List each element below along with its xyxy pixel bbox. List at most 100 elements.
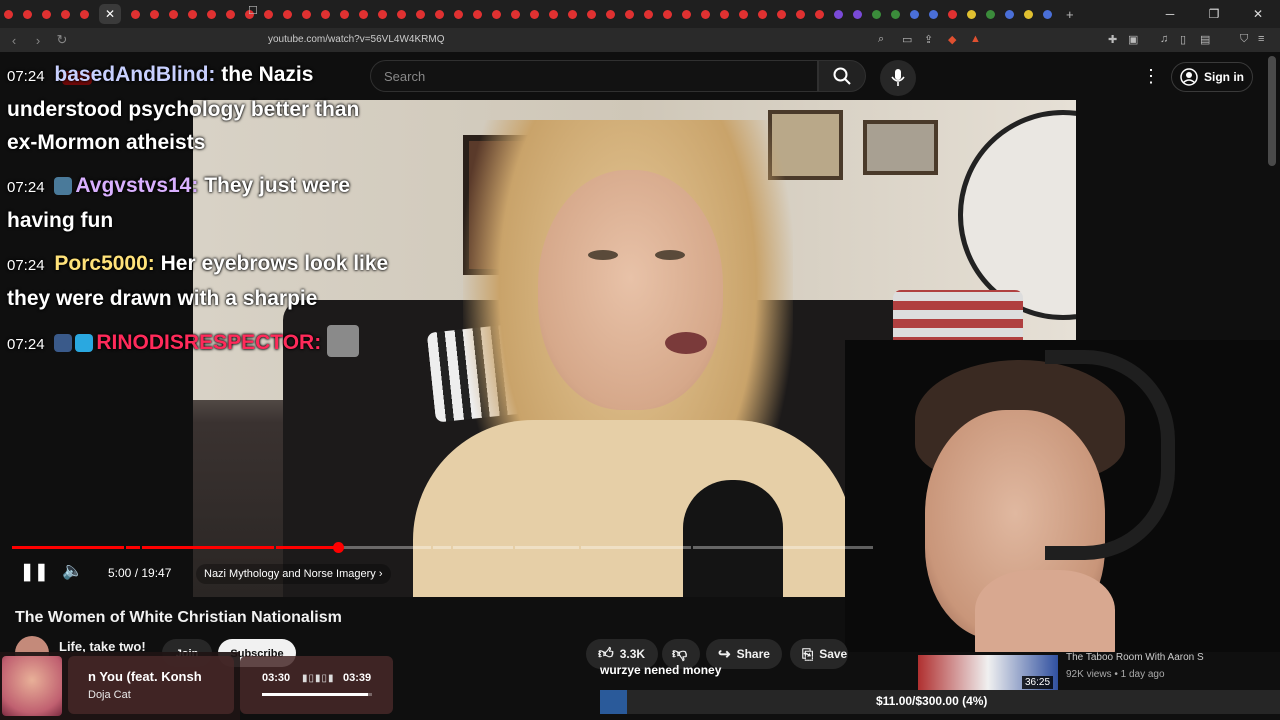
sidebar-icon[interactable]: ▯ <box>1180 33 1186 46</box>
progress-segment[interactable] <box>433 546 451 549</box>
tab-youtube[interactable] <box>42 9 51 19</box>
tab-other[interactable] <box>1024 9 1033 19</box>
tab-other[interactable] <box>891 9 900 19</box>
recommended-duration: 36:25 <box>1022 676 1054 689</box>
extensions-icon[interactable]: ✚ <box>1108 33 1117 46</box>
progress-bar[interactable] <box>12 546 878 549</box>
progress-segment[interactable] <box>515 546 579 549</box>
progress-segment[interactable] <box>12 546 124 549</box>
tab-youtube[interactable] <box>701 9 710 19</box>
volume-icon[interactable]: 🔈 <box>62 561 83 581</box>
tab-youtube[interactable] <box>264 9 273 19</box>
tab-youtube[interactable] <box>454 9 463 19</box>
tab-youtube[interactable] <box>150 9 159 19</box>
tab-youtube[interactable] <box>511 9 520 19</box>
tab-youtube[interactable] <box>80 9 89 19</box>
progress-segment[interactable] <box>453 546 513 549</box>
minimize-button[interactable]: ─ <box>1148 0 1192 28</box>
progress-scrubber[interactable] <box>333 542 344 553</box>
tab-youtube[interactable] <box>796 9 805 19</box>
menu-icon[interactable]: ≡ <box>1258 33 1264 45</box>
progress-segment[interactable] <box>343 546 431 549</box>
tab-youtube[interactable] <box>397 9 406 19</box>
tab-other[interactable] <box>929 9 938 19</box>
tab-youtube[interactable] <box>359 9 368 19</box>
tab-youtube[interactable] <box>435 9 444 19</box>
zoom-icon[interactable]: ⌕ <box>878 33 884 46</box>
progress-segment[interactable] <box>693 546 873 549</box>
progress-segment[interactable] <box>276 546 341 549</box>
tab-other[interactable] <box>910 9 919 19</box>
tab-youtube[interactable] <box>131 9 140 19</box>
progress-segment[interactable] <box>126 546 140 549</box>
tab-other[interactable] <box>986 9 995 19</box>
tab-youtube[interactable] <box>625 9 634 19</box>
restore-button[interactable]: ❐ <box>1192 0 1236 28</box>
tab-youtube[interactable] <box>416 9 425 19</box>
tab-youtube[interactable] <box>682 9 691 19</box>
new-tab-icon[interactable]: + <box>1066 7 1074 22</box>
tab-youtube[interactable] <box>663 9 672 19</box>
search-button[interactable] <box>818 60 866 92</box>
tab-youtube[interactable] <box>815 9 824 19</box>
tab-youtube[interactable] <box>644 9 653 19</box>
tab-youtube[interactable] <box>549 9 558 19</box>
page-scrollbar[interactable] <box>1268 56 1276 166</box>
recommended-title[interactable]: The Taboo Room With Aaron S <box>1066 652 1204 663</box>
tab-youtube[interactable] <box>758 9 767 19</box>
rewards-icon[interactable]: ▲ <box>970 33 981 45</box>
tab-other[interactable] <box>834 9 843 19</box>
tab-youtube[interactable] <box>568 9 577 19</box>
chapter-button[interactable]: Nazi Mythology and Norse Imagery › <box>196 564 391 584</box>
screenshot-icon[interactable]: ▣ <box>1128 33 1138 46</box>
media-icon[interactable]: ♫ <box>1160 33 1168 45</box>
brave-shield-icon[interactable]: ◆ <box>948 33 956 46</box>
forward-arrow-icon[interactable]: › <box>28 33 48 48</box>
more-options-icon[interactable]: ⋮ <box>1142 66 1160 87</box>
progress-segment[interactable] <box>581 546 691 549</box>
tab-youtube[interactable] <box>340 9 349 19</box>
bookmark-icon[interactable]: ☐ <box>248 4 258 17</box>
tab-youtube[interactable] <box>302 9 311 19</box>
vpn-icon[interactable]: ⛉ <box>1240 33 1248 46</box>
wallet-icon[interactable]: ▤ <box>1200 33 1210 46</box>
voice-search-button[interactable] <box>880 60 916 96</box>
tab-other[interactable] <box>1005 9 1014 19</box>
tab-youtube[interactable] <box>378 9 387 19</box>
tab-youtube[interactable] <box>739 9 748 19</box>
sign-in-button[interactable]: Sign in <box>1171 62 1253 92</box>
tab-youtube[interactable] <box>226 9 235 19</box>
reload-icon[interactable]: ↻ <box>52 32 72 48</box>
tab-youtube[interactable] <box>492 9 501 19</box>
tab-youtube[interactable] <box>587 9 596 19</box>
tab-youtube[interactable] <box>207 9 216 19</box>
tab-other[interactable] <box>853 9 862 19</box>
url-field[interactable]: youtube.com/watch?v=56VL4W4KRMQ <box>268 32 444 48</box>
save-button[interactable]: ⎘ Save <box>790 639 848 669</box>
tab-youtube[interactable] <box>61 9 70 19</box>
tab-youtube[interactable] <box>473 9 482 19</box>
tab-youtube[interactable] <box>4 9 13 19</box>
progress-segment[interactable] <box>142 546 274 549</box>
tab-youtube[interactable] <box>188 9 197 19</box>
share-icon[interactable]: ⇪ <box>924 33 933 46</box>
tab-youtube[interactable] <box>948 9 957 19</box>
tab-other[interactable] <box>872 9 881 19</box>
tab-other[interactable] <box>967 9 976 19</box>
chat-username: RINODISRESPECTOR <box>96 331 315 354</box>
tab-other[interactable] <box>1043 9 1052 19</box>
tab-close-icon[interactable]: ✕ <box>99 4 121 24</box>
tab-youtube[interactable] <box>321 9 330 19</box>
close-window-button[interactable]: ✕ <box>1236 0 1280 28</box>
search-input[interactable]: Search <box>370 60 818 92</box>
tab-youtube[interactable] <box>23 9 32 19</box>
tab-youtube[interactable] <box>720 9 729 19</box>
cast-icon[interactable]: ▭ <box>902 33 912 46</box>
back-arrow-icon[interactable]: ‹ <box>4 33 24 48</box>
tab-youtube[interactable] <box>283 9 292 19</box>
tab-youtube[interactable] <box>777 9 786 19</box>
tab-youtube[interactable] <box>530 9 539 19</box>
tab-youtube[interactable] <box>606 9 615 19</box>
tab-youtube[interactable] <box>169 9 178 19</box>
pause-icon[interactable]: ❚❚ <box>20 562 49 582</box>
